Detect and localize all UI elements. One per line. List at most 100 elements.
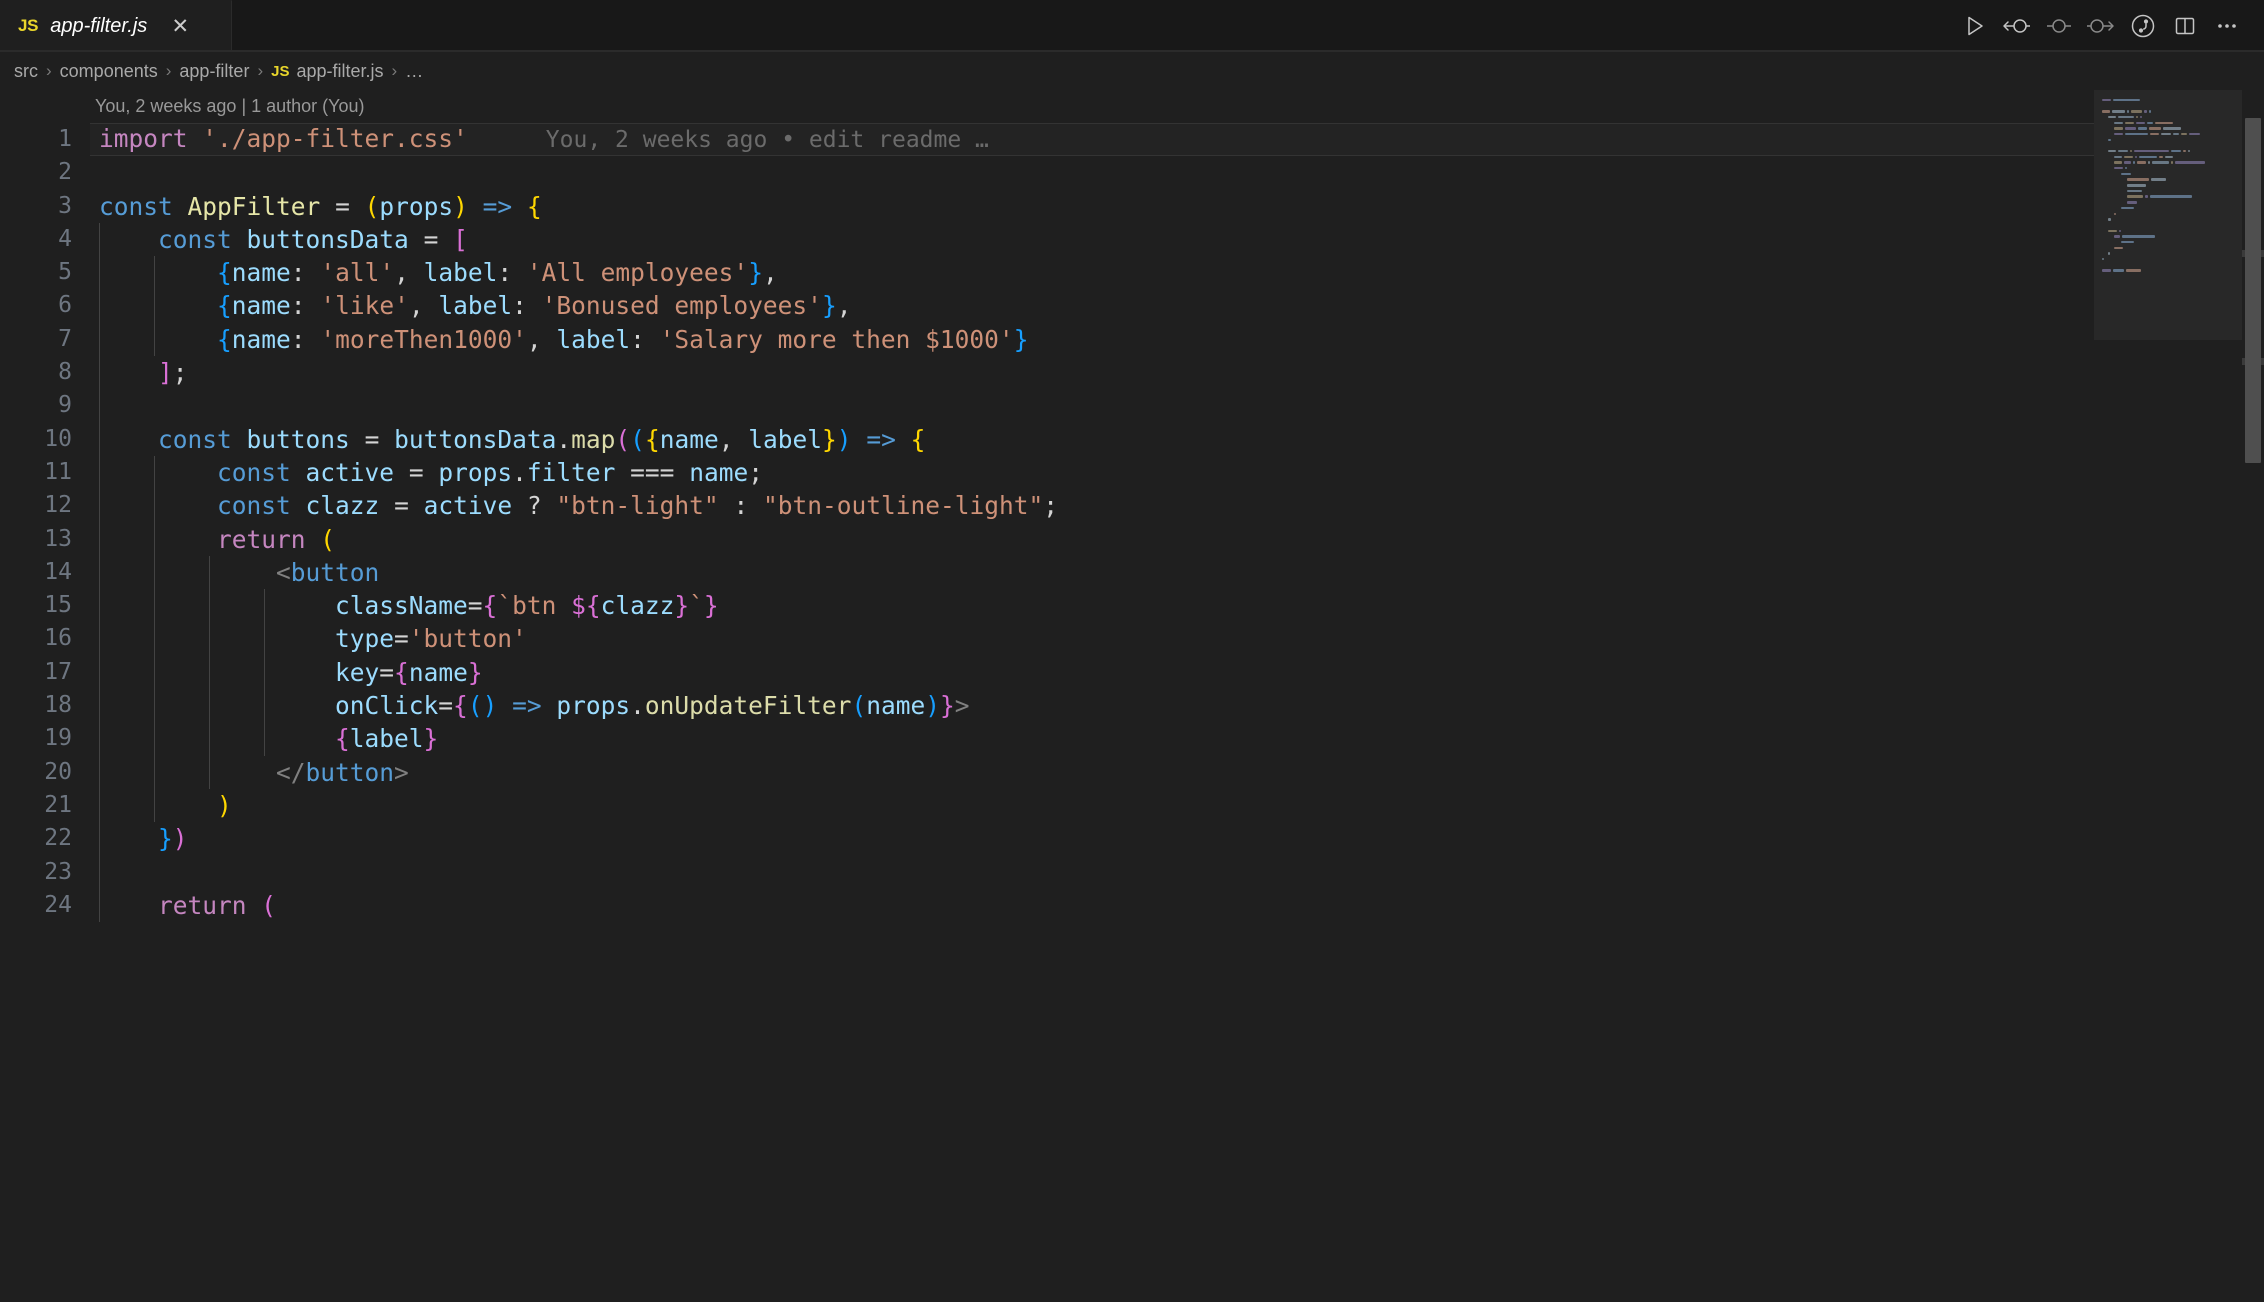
- minimap-line: [2100, 235, 2240, 239]
- vertical-scrollbar[interactable]: [2242, 90, 2264, 1302]
- line-content[interactable]: const buttons = buttonsData.map(({name, …: [72, 422, 925, 456]
- line-content[interactable]: type='button': [72, 622, 527, 656]
- line-content[interactable]: <button: [72, 555, 379, 590]
- code-line[interactable]: 11 const active = props.filter === name;: [0, 455, 2264, 490]
- code-line[interactable]: 3 const AppFilter = (props) => {: [0, 190, 2264, 223]
- minimap-line: [2100, 126, 2240, 130]
- breadcrumb-item-symbol-ellipsis[interactable]: …: [405, 61, 423, 82]
- line-number: 13: [44, 525, 72, 552]
- code-editor[interactable]: You, 2 weeks ago | 1 author (You) 1 impo…: [0, 90, 2264, 1302]
- code-line[interactable]: 6 {name: 'like', label: 'Bonused employe…: [0, 289, 2264, 323]
- source-control-graph-icon[interactable]: [2122, 5, 2164, 47]
- line-content[interactable]: [72, 855, 114, 889]
- line-content[interactable]: ): [72, 788, 232, 823]
- minimap-line: [2100, 229, 2240, 233]
- code-line[interactable]: 4 const buttonsData = [: [0, 222, 2264, 257]
- line-number: 11: [44, 458, 72, 485]
- code-line[interactable]: 18 onClick={() => props.onUpdateFilter(n…: [0, 689, 2264, 723]
- code-line[interactable]: 1 import './app-filter.css' You, 2 weeks …: [0, 122, 2264, 157]
- line-content[interactable]: import './app-filter.css' You, 2 weeks ag…: [72, 122, 989, 157]
- code-line[interactable]: 7 {name: 'moreThen1000', label: 'Salary …: [0, 322, 2264, 357]
- editor-tab-app-filter-js[interactable]: JS app-filter.js ✕: [0, 0, 232, 51]
- code-line[interactable]: 9: [0, 389, 2264, 423]
- next-change-icon[interactable]: [2080, 5, 2122, 47]
- minimap-line: [2100, 240, 2240, 244]
- minimap-line: [2100, 132, 2240, 136]
- line-content[interactable]: {name: 'all', label: 'All employees'},: [72, 256, 778, 290]
- line-content[interactable]: className={`btn ${clazz}`}: [72, 589, 719, 623]
- minimap-line: [2100, 104, 2240, 108]
- editor-tab-bar: JS app-filter.js ✕: [0, 0, 2264, 52]
- more-actions-icon[interactable]: [2206, 5, 2248, 47]
- line-number: 7: [58, 325, 72, 352]
- current-change-icon[interactable]: [2038, 5, 2080, 47]
- line-content[interactable]: key={name}: [72, 655, 483, 690]
- code-line[interactable]: 24 return (: [0, 888, 2264, 923]
- minimap-line: [2100, 138, 2240, 142]
- code-line[interactable]: 8 ];: [0, 356, 2264, 390]
- line-content[interactable]: onClick={() => props.onUpdateFilter(name…: [72, 689, 970, 723]
- run-icon[interactable]: [1954, 5, 1996, 47]
- code-line[interactable]: 23: [0, 855, 2264, 889]
- line-content[interactable]: const AppFilter = (props) => {: [72, 190, 542, 223]
- breadcrumb-separator-icon: ›: [391, 61, 398, 80]
- line-number: 5: [58, 259, 72, 286]
- line-number: 24: [44, 891, 72, 918]
- minimap-line: [2100, 98, 2240, 102]
- minimap-line: [2100, 263, 2240, 267]
- minimap[interactable]: [2094, 90, 2242, 1302]
- breadcrumb-item-components[interactable]: components: [60, 61, 158, 82]
- line-content[interactable]: {name: 'moreThen1000', label: 'Salary mo…: [72, 322, 1028, 357]
- breadcrumb-item-app-filter[interactable]: app-filter: [179, 61, 249, 82]
- code-line[interactable]: 13 return (: [0, 522, 2264, 556]
- code-line[interactable]: 20 </button>: [0, 755, 2264, 789]
- editor-actions-toolbar: [1954, 0, 2264, 51]
- minimap-line: [2100, 217, 2240, 221]
- code-line[interactable]: 16 type='button': [0, 622, 2264, 656]
- line-content[interactable]: }): [72, 822, 188, 856]
- line-content[interactable]: const clazz = active ? "btn-light" : "bt…: [72, 489, 1058, 523]
- line-number: 6: [58, 292, 72, 319]
- line-content[interactable]: [72, 156, 114, 189]
- code-line[interactable]: 17 key={name}: [0, 655, 2264, 690]
- line-number: 20: [44, 758, 72, 785]
- line-content[interactable]: const active = props.filter === name;: [72, 455, 763, 490]
- breadcrumb-item-file[interactable]: app-filter.js: [296, 61, 383, 82]
- breadcrumb-separator-icon: ›: [257, 61, 264, 80]
- inline-blame-annotation[interactable]: You, 2 weeks ago • edit readme …: [468, 127, 989, 153]
- code-line[interactable]: 2: [0, 156, 2264, 189]
- minimap-line: [2100, 252, 2240, 256]
- line-content[interactable]: </button>: [72, 755, 409, 789]
- code-line[interactable]: 14 <button: [0, 555, 2264, 590]
- breadcrumb-separator-icon: ›: [165, 61, 172, 80]
- previous-change-icon[interactable]: [1996, 5, 2038, 47]
- line-content[interactable]: [72, 389, 114, 423]
- line-content[interactable]: {label}: [72, 722, 438, 756]
- breadcrumb-item-src[interactable]: src: [14, 61, 38, 82]
- line-content[interactable]: return (: [72, 522, 335, 556]
- breadcrumb: src › components › app-filter › JS app-f…: [0, 52, 2264, 90]
- line-content[interactable]: return (: [72, 888, 276, 923]
- close-icon[interactable]: ✕: [169, 16, 191, 37]
- line-number: 23: [44, 858, 72, 885]
- minimap-line: [2100, 269, 2240, 273]
- code-line[interactable]: 5 {name: 'all', label: 'All employees'},: [0, 256, 2264, 290]
- minimap-line: [2100, 257, 2240, 261]
- line-content[interactable]: const buttonsData = [: [72, 222, 468, 257]
- code-line[interactable]: 19 {label}: [0, 722, 2264, 756]
- code-line[interactable]: 21 ): [0, 788, 2264, 823]
- code-line[interactable]: 15 className={`btn ${clazz}`}: [0, 589, 2264, 623]
- split-editor-icon[interactable]: [2164, 5, 2206, 47]
- js-file-icon: JS: [18, 16, 39, 35]
- code-line[interactable]: 22 }): [0, 822, 2264, 856]
- line-content[interactable]: ];: [72, 356, 188, 390]
- code-line[interactable]: 10 const buttons = buttonsData.map(({nam…: [0, 422, 2264, 456]
- code-content[interactable]: You, 2 weeks ago | 1 author (You) 1 impo…: [0, 90, 2264, 1302]
- tab-title: app-filter.js: [50, 14, 148, 37]
- scrollbar-thumb[interactable]: [2245, 118, 2261, 463]
- line-number: 17: [44, 658, 72, 685]
- line-content[interactable]: {name: 'like', label: 'Bonused employees…: [72, 289, 851, 323]
- code-line[interactable]: 12 const clazz = active ? "btn-light" : …: [0, 489, 2264, 523]
- minimap-line: [2100, 155, 2240, 159]
- line-number: 8: [58, 359, 72, 386]
